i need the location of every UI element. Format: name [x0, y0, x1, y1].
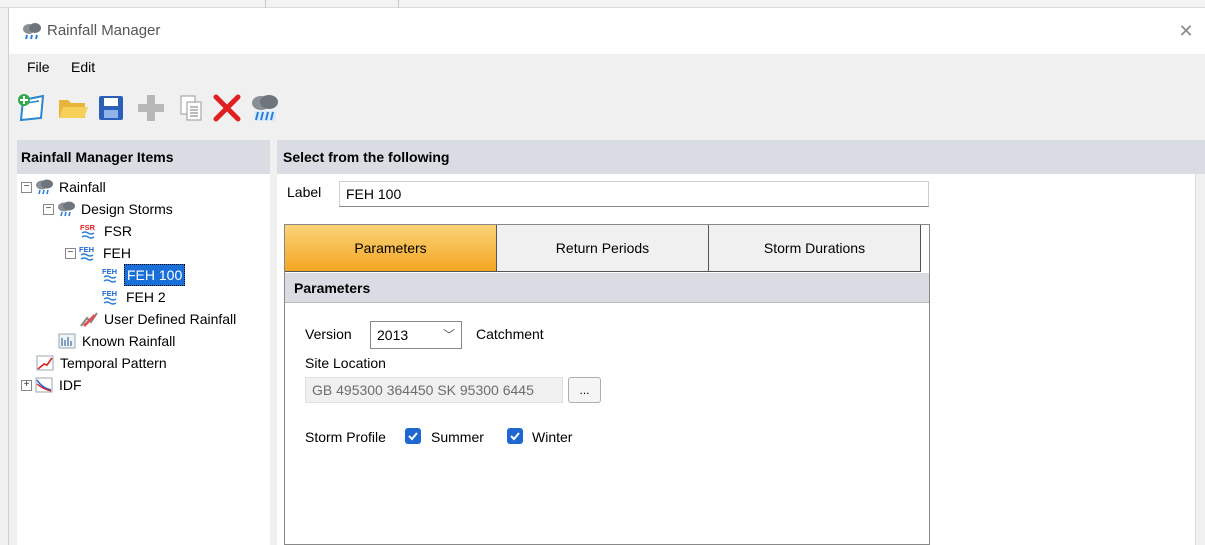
tree-panel-header: Rainfall Manager Items: [17, 140, 270, 174]
feh-icon: FEH: [78, 244, 98, 262]
tree-node-feh-2[interactable]: FEH FEH 2: [101, 286, 168, 306]
tab-storm-durations[interactable]: Storm Durations: [709, 225, 921, 272]
vertical-scrollbar[interactable]: [1195, 174, 1205, 545]
tree-node-feh[interactable]: − FEH FEH: [65, 242, 133, 262]
collapse-toggle-icon[interactable]: −: [21, 181, 32, 193]
rainfall-app-icon: [21, 21, 43, 41]
site-location-browse-button[interactable]: ...: [568, 377, 601, 403]
tree-label: FEH: [103, 245, 131, 262]
winter-label: Winter: [532, 429, 573, 445]
winter-checkbox[interactable]: [507, 428, 523, 444]
menu-file[interactable]: File: [27, 59, 50, 75]
toolbar: [9, 86, 1205, 134]
storm-profile-caption: Storm Profile: [305, 429, 386, 445]
svg-text:FEH: FEH: [79, 245, 94, 254]
tab-container: Parameters Return Periods Storm Duration…: [284, 224, 930, 545]
open-folder-icon[interactable]: [55, 90, 91, 126]
top-strip-divider: [398, 0, 399, 8]
window-title: Rainfall Manager: [47, 22, 161, 39]
collapse-toggle-icon[interactable]: −: [43, 203, 54, 215]
temporal-pattern-icon: [35, 354, 55, 372]
tree-label: Design Storms: [81, 201, 173, 218]
copy-icon[interactable]: [173, 90, 209, 126]
idf-chart-icon: [34, 376, 54, 394]
tree-node-feh-100[interactable]: FEH FEH 100: [101, 264, 186, 287]
version-value: 2013: [377, 327, 409, 343]
fsr-icon: FSR: [79, 222, 99, 240]
tree-label: Temporal Pattern: [60, 355, 167, 372]
label-input[interactable]: [339, 181, 929, 207]
site-location-input[interactable]: [305, 377, 563, 403]
summer-label: Summer: [431, 429, 484, 445]
svg-text:FEH: FEH: [102, 267, 117, 276]
feh-icon: FEH: [101, 266, 121, 284]
save-icon[interactable]: [93, 90, 129, 126]
content-area: Rainfall Manager Items − Rainfall − Design…: [9, 134, 1205, 545]
tree-label-selected: FEH 100: [124, 264, 186, 287]
summer-checkbox[interactable]: [405, 428, 421, 444]
tree-label: Rainfall: [59, 179, 106, 196]
label-caption: Label: [287, 184, 322, 200]
delete-icon[interactable]: [209, 90, 245, 126]
svg-text:FSR: FSR: [80, 223, 96, 232]
expand-toggle-icon[interactable]: +: [21, 379, 32, 391]
menu-edit[interactable]: Edit: [71, 59, 95, 75]
pencil-chart-icon: [79, 310, 99, 328]
catchment-caption: Catchment: [476, 326, 544, 342]
tree-label: IDF: [59, 377, 82, 394]
tree-label: FEH 2: [126, 289, 166, 306]
top-strip: [0, 0, 1205, 8]
add-icon[interactable]: [133, 90, 169, 126]
menu-bar: File Edit: [9, 54, 1205, 86]
tree-node-fsr[interactable]: FSR FSR: [79, 220, 134, 240]
tree-label: User Defined Rainfall: [104, 311, 237, 328]
new-icon[interactable]: [15, 90, 51, 126]
tree-label: FSR: [104, 223, 132, 240]
top-strip-divider: [265, 0, 266, 8]
tree-node-design-storms[interactable]: − Design Storms: [43, 198, 175, 218]
rainfall-manager-window: Rainfall Manager ✕ File Edit Rainfall Ma…: [8, 8, 1205, 545]
right-panel-header: Select from the following: [277, 140, 1205, 174]
tree-node-temporal-pattern[interactable]: Temporal Pattern: [35, 352, 169, 372]
tree-node-idf[interactable]: + IDF: [21, 374, 84, 394]
tab-parameters[interactable]: Parameters: [285, 225, 497, 272]
rainfall-cloud-icon: [56, 200, 76, 218]
chevron-down-icon: ﹀: [442, 328, 455, 342]
tree-view: − Rainfall − Design Storms FSR FSR − FEH FEH …: [17, 174, 270, 545]
details-panel: Label Parameters Return Periods Storm Du…: [277, 174, 1205, 545]
tree-node-rainfall[interactable]: − Rainfall: [21, 176, 108, 196]
collapse-toggle-icon[interactable]: −: [65, 247, 76, 259]
title-bar: Rainfall Manager ✕: [9, 8, 1205, 54]
section-title: Parameters: [285, 273, 929, 303]
tree-label: Known Rainfall: [82, 333, 176, 350]
tree-node-user-defined-rainfall[interactable]: User Defined Rainfall: [79, 308, 238, 328]
version-select[interactable]: 2013 ﹀: [370, 321, 462, 349]
site-location-caption: Site Location: [305, 355, 386, 371]
rainfall-cloud-icon: [34, 178, 54, 196]
feh-icon: FEH: [101, 288, 121, 306]
version-caption: Version: [305, 326, 352, 342]
close-icon[interactable]: ✕: [1166, 16, 1205, 46]
tab-return-periods[interactable]: Return Periods: [497, 225, 709, 272]
svg-text:FEH: FEH: [102, 289, 117, 298]
tree-node-known-rainfall[interactable]: Known Rainfall: [57, 330, 177, 350]
rainfall-icon[interactable]: [247, 90, 283, 126]
known-rainfall-icon: [57, 332, 77, 350]
